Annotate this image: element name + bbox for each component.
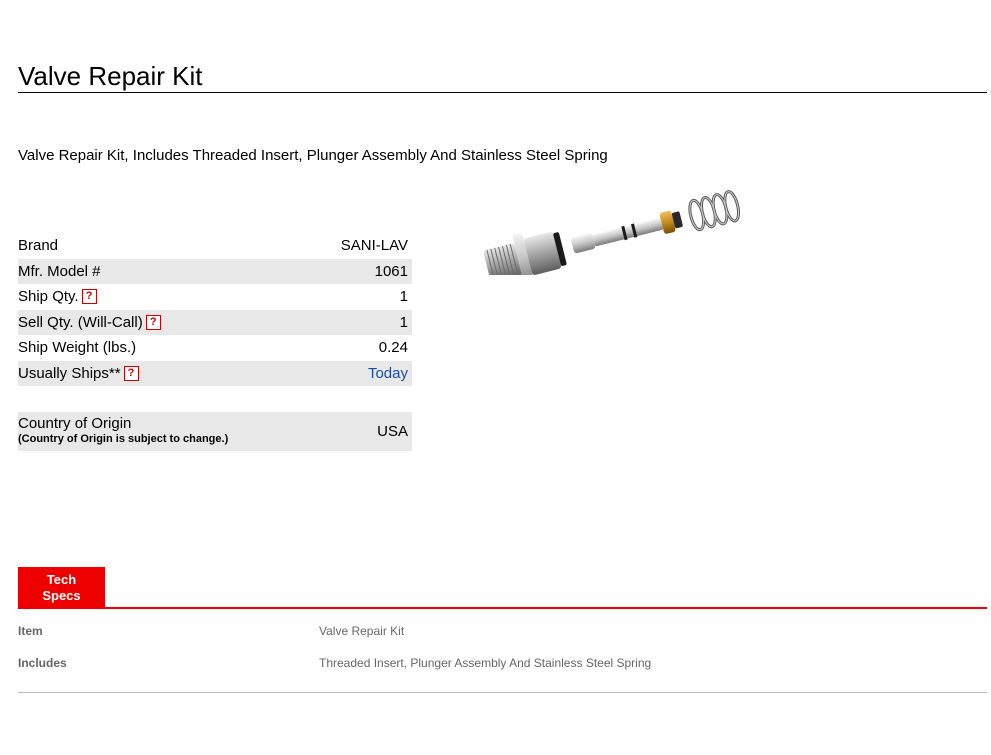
spec-value: 1 (280, 309, 412, 335)
country-of-origin: Country of Origin (Country of Origin is … (18, 412, 412, 451)
spec-label: Brand (18, 237, 59, 255)
spec-label: Ship Weight (lbs.) (18, 339, 137, 357)
spec-row-model: Mfr. Model # 1061 (18, 258, 412, 284)
tech-spec-value: Threaded Insert, Plunger Assembly And St… (319, 656, 652, 670)
help-icon[interactable]: ? (123, 365, 139, 381)
spec-row-sell-qty: Sell Qty. (Will-Call)? 1 (18, 309, 412, 335)
spec-value: 1 (399, 288, 408, 306)
tab-tech-specs[interactable]: Tech Specs (18, 567, 105, 608)
product-description: Valve Repair Kit, Includes Threaded Inse… (18, 147, 608, 164)
spec-value: 1061 (280, 258, 412, 284)
tab-label-line2: Specs (42, 587, 81, 603)
spec-label: Sell Qty. (Will-Call) (18, 313, 143, 331)
spec-row-ship-weight: Ship Weight (lbs.) 0.24 (18, 335, 412, 361)
spec-row-usually-ships: Usually Ships**? Today (18, 360, 412, 386)
specs-table: Brand SANI-LAV Mfr. Model # 1061 Ship Qt… (18, 233, 412, 386)
tab-divider (18, 607, 987, 609)
spec-label: Ship Qty. (18, 288, 79, 306)
spec-value: SANI-LAV (340, 237, 408, 255)
tech-spec-key: Item (18, 624, 43, 638)
tech-spec-value: Valve Repair Kit (319, 624, 405, 638)
bottom-divider (18, 692, 987, 693)
spec-row-ship-qty: Ship Qty.? 1 (18, 284, 412, 310)
spec-label: Mfr. Model # (18, 258, 281, 284)
spec-label: Usually Ships** (18, 364, 121, 382)
usually-ships-link[interactable]: Today (368, 365, 408, 382)
origin-value: USA (377, 423, 408, 440)
origin-note: (Country of Origin is subject to change.… (18, 433, 229, 445)
spec-value: 0.24 (378, 339, 408, 357)
help-icon[interactable]: ? (145, 314, 161, 330)
spec-row-brand: Brand SANI-LAV (18, 233, 412, 259)
tab-label-line1: Tech (46, 571, 77, 587)
origin-label: Country of Origin (18, 415, 132, 432)
title-divider (18, 92, 987, 93)
tech-spec-key: Includes (18, 656, 67, 670)
page-title: Valve Repair Kit (18, 61, 203, 91)
product-image (483, 190, 741, 275)
help-icon[interactable]: ? (81, 289, 97, 305)
